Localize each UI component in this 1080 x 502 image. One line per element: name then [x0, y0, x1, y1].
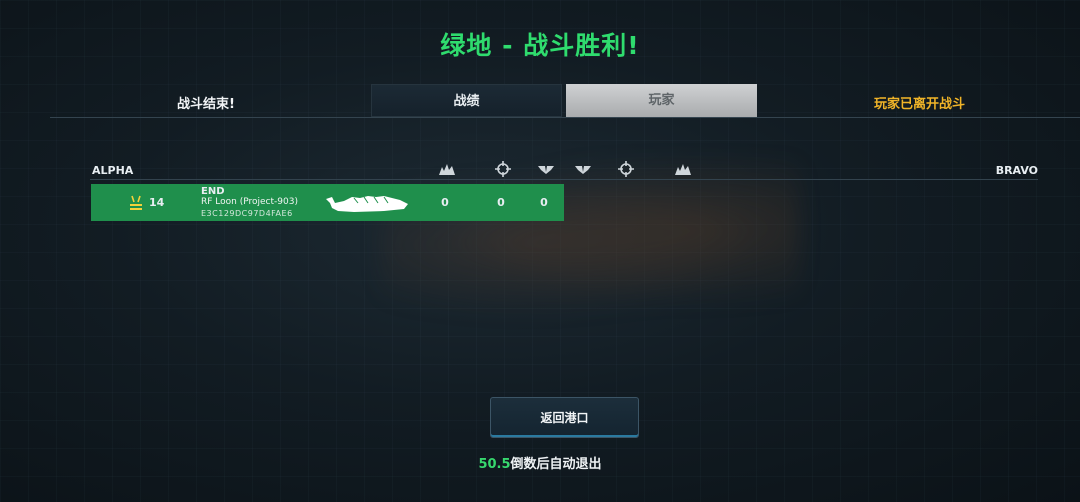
crosshair-icon [617, 160, 635, 178]
player-row[interactable]: 14 END RF Loon (Project-903) E3C129DC97D… [91, 184, 564, 221]
crosshair-icon [494, 160, 512, 178]
team-alpha-label: ALPHA [92, 164, 134, 177]
stat-value: 0 [540, 196, 548, 209]
auto-exit-countdown: 50.5倒数后自动退出 [0, 453, 1080, 472]
battle-status-right: 玩家已离开战斗 [874, 97, 966, 112]
player-level: 14 [149, 196, 165, 209]
countdown-value: 50.5 [478, 457, 511, 472]
wings-icon [574, 160, 592, 178]
stat-value: 0 [441, 196, 449, 209]
ship-name: RF Loon (Project-903) [201, 197, 298, 207]
ship-silhouette-icon [324, 191, 410, 217]
team-header: ALPHA BRAVO [90, 160, 1038, 180]
tab-bar: 战斗结束! 战绩 玩家 玩家已离开战斗 [50, 84, 1080, 118]
return-to-port-button[interactable]: 返回港口 [490, 397, 639, 438]
wings-icon [537, 160, 555, 178]
countdown-text: 倒数后自动退出 [510, 457, 602, 472]
tab-players[interactable]: 玩家 [566, 84, 757, 117]
page-title: 绿地 - 战斗胜利! [440, 31, 640, 60]
team-bravo-label: BRAVO [995, 164, 1038, 177]
stat-value: 0 [497, 196, 505, 209]
tab-divider [50, 117, 1080, 118]
explosion-icon [438, 160, 456, 178]
player-name: END [201, 186, 225, 197]
battle-status-left: 战斗结束! [177, 97, 235, 112]
tab-stats[interactable]: 战绩 [371, 84, 562, 117]
team-divider [90, 179, 1038, 180]
player-id: E3C129DC97D4FAE6 [201, 209, 293, 218]
explosion-icon [674, 160, 692, 178]
rank-medal-icon [129, 195, 143, 211]
